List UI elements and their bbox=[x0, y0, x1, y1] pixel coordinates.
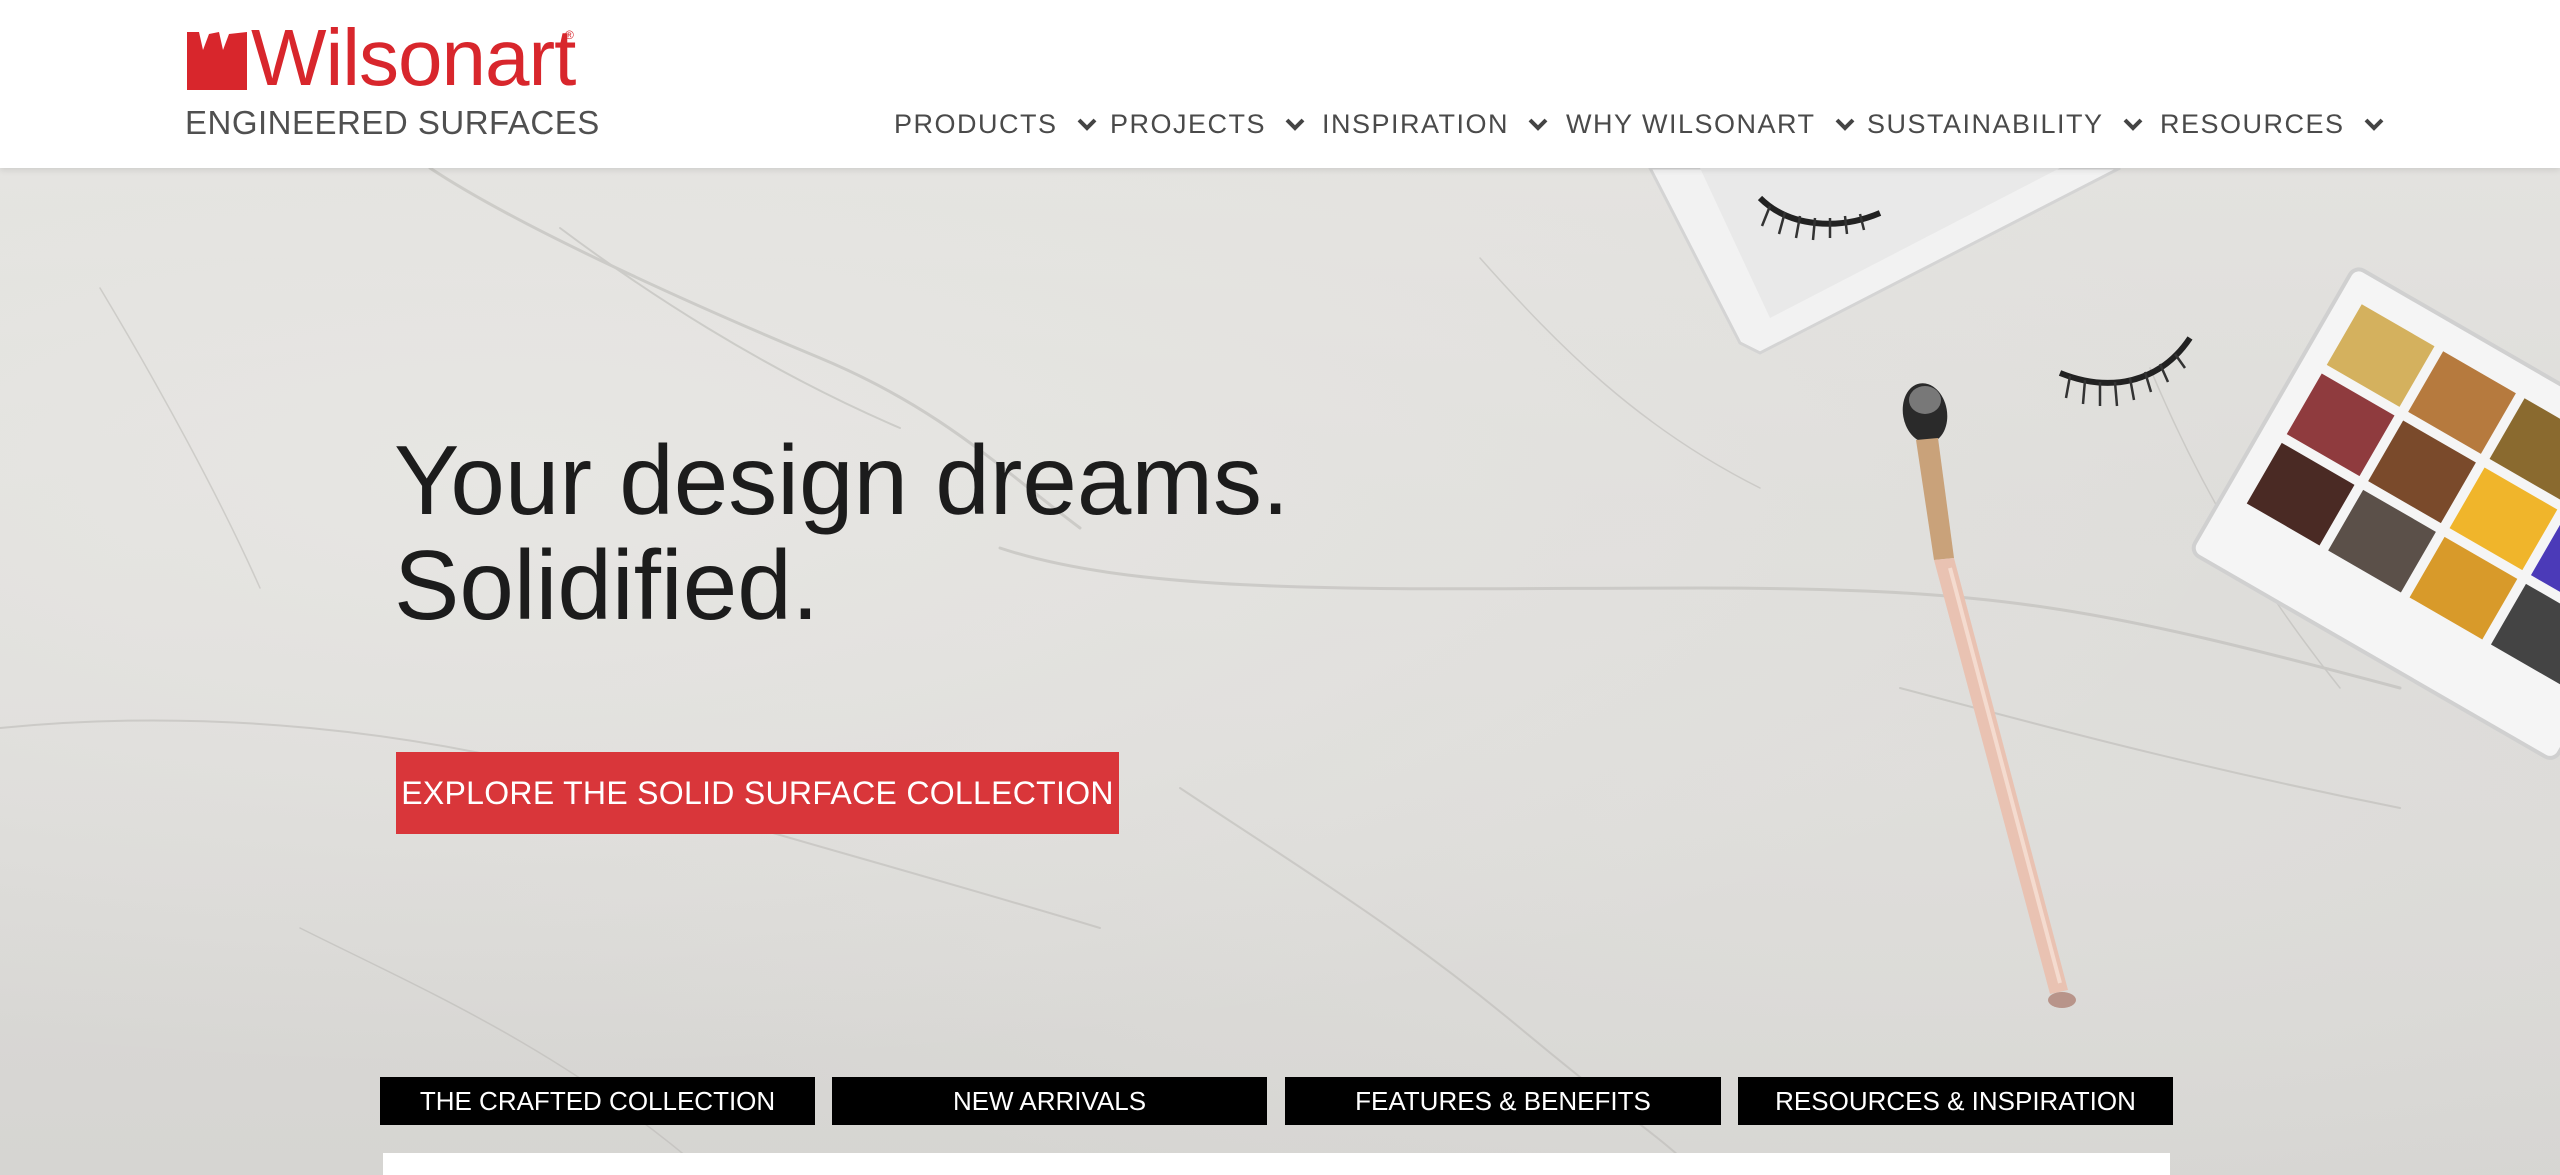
tab-new-arrivals[interactable]: NEW ARRIVALS bbox=[832, 1077, 1267, 1125]
chevron-down-icon bbox=[2123, 118, 2142, 131]
nav-item-projects[interactable]: PROJECTS bbox=[1110, 104, 1306, 144]
nav-item-products[interactable]: PRODUCTS bbox=[894, 104, 1098, 144]
nav-item-sustainability[interactable]: SUSTAINABILITY bbox=[1867, 104, 2144, 144]
hero-headline: Your design dreams. Solidified. bbox=[394, 428, 1494, 638]
nav-item-label: SUSTAINABILITY bbox=[1867, 108, 2104, 139]
nav-item-resources[interactable]: RESOURCES bbox=[2160, 104, 2385, 144]
wilsonart-logo[interactable]: Wilsonart ® ENGINEERED SURFACES bbox=[185, 18, 599, 146]
eyeshadow-palette-image bbox=[2191, 267, 2560, 760]
site-header: Wilsonart ® ENGINEERED SURFACES PRODUCTS… bbox=[0, 0, 2560, 168]
makeup-props-illustration bbox=[1648, 168, 2560, 1008]
nav-item-label: RESOURCES bbox=[2160, 108, 2345, 139]
hero-headline-line-2: Solidified. bbox=[394, 530, 819, 640]
explore-solid-surface-button[interactable]: EXPLORE THE SOLID SURFACE COLLECTION bbox=[396, 752, 1119, 834]
wilsonart-logo-mark-icon bbox=[187, 32, 247, 90]
chevron-down-icon bbox=[1285, 118, 1305, 131]
logo-wordmark: Wilsonart bbox=[251, 13, 576, 102]
hero-banner: Your design dreams. Solidified. EXPLORE … bbox=[0, 168, 2560, 1175]
nav-item-why-wilsonart[interactable]: WHY WILSONART bbox=[1566, 104, 1856, 144]
chevron-down-icon bbox=[2364, 118, 2383, 131]
chevron-down-icon bbox=[1528, 118, 1548, 131]
makeup-brush-image bbox=[1902, 383, 2076, 1008]
false-lash-image bbox=[2058, 336, 2193, 407]
chevron-down-icon bbox=[1077, 118, 1096, 131]
tab-content-panel bbox=[383, 1153, 2170, 1175]
logo-registered-mark: ® bbox=[565, 28, 574, 42]
tab-features-benefits[interactable]: FEATURES & BENEFITS bbox=[1285, 1077, 1721, 1125]
nav-item-label: PROJECTS bbox=[1110, 108, 1267, 139]
nav-item-label: WHY WILSONART bbox=[1566, 108, 1816, 139]
nav-item-label: INSPIRATION bbox=[1322, 108, 1510, 139]
chevron-down-icon bbox=[1835, 118, 1854, 131]
hero-headline-line-1: Your design dreams. bbox=[394, 425, 1290, 535]
lash-box-image bbox=[1648, 168, 2121, 355]
logo-tagline: ENGINEERED SURFACES bbox=[185, 104, 600, 141]
nav-item-inspiration[interactable]: INSPIRATION bbox=[1322, 104, 1549, 144]
tab-resources-inspiration[interactable]: RESOURCES & INSPIRATION bbox=[1738, 1077, 2173, 1125]
tab-crafted-collection[interactable]: THE CRAFTED COLLECTION bbox=[380, 1077, 815, 1125]
nav-item-label: PRODUCTS bbox=[894, 108, 1058, 139]
